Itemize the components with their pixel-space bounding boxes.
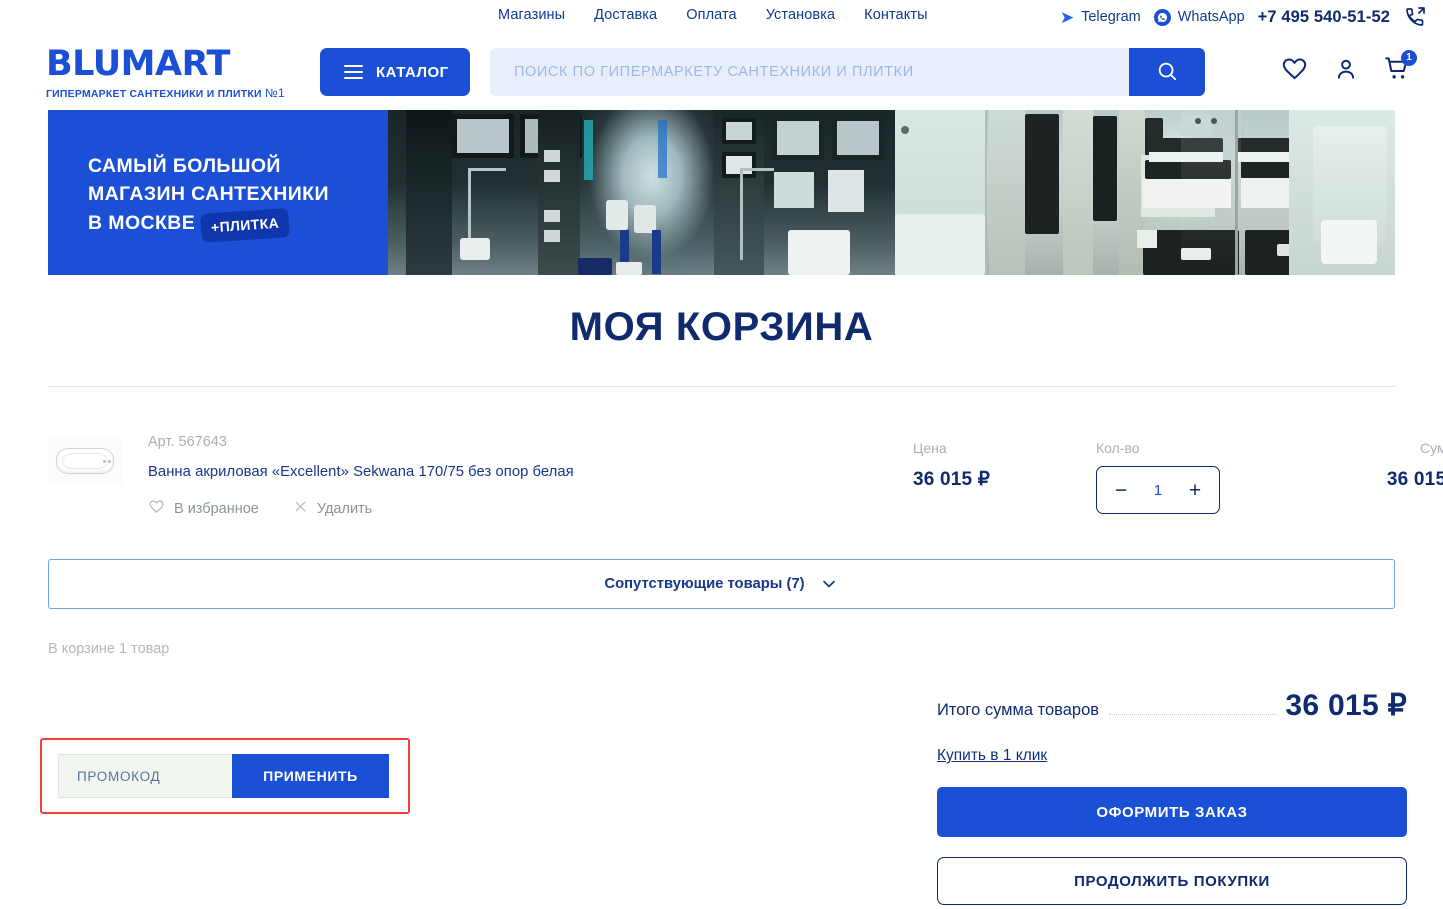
favorites-button[interactable]: [1281, 55, 1308, 82]
total-row: Итого сумма товаров 36 015 ₽: [937, 688, 1407, 723]
banner-headline: САМЫЙ БОЛЬШОЙ МАГАЗИН САНТЕХНИКИ В МОСКВ…: [88, 152, 329, 243]
product-name-link[interactable]: Ванна акриловая «Excellent» Sekwana 170/…: [148, 464, 574, 480]
header-icon-group: 1: [1281, 50, 1417, 82]
topnav-item-delivery[interactable]: Доставка: [594, 7, 657, 23]
topnav-item-payment[interactable]: Оплата: [686, 7, 736, 23]
telegram-icon: ➤: [1059, 7, 1075, 27]
cart-item-row: Арт. 567643 Ванна акриловая «Excellent» …: [48, 432, 1443, 528]
callback-phone-icon[interactable]: [1403, 5, 1427, 29]
order-summary: Итого сумма товаров 36 015 ₽ Купить в 1 …: [937, 688, 1407, 765]
add-to-favorites-button[interactable]: В избранное: [148, 498, 259, 519]
banner-photo-showroom-light: [895, 110, 1395, 275]
hamburger-icon: [344, 65, 363, 79]
heart-icon: [1281, 55, 1308, 82]
promo-banner[interactable]: САМЫЙ БОЛЬШОЙ МАГАЗИН САНТЕХНИКИ В МОСКВ…: [48, 110, 1395, 275]
search-button[interactable]: [1129, 48, 1205, 96]
top-contacts: ➤ Telegram WhatsApp +7 495 540-51-52: [1060, 5, 1427, 29]
logo-tagline-num: №1: [264, 86, 285, 100]
related-products-label: Сопутствующие товары (7): [604, 576, 805, 592]
total-leader-line: [1109, 714, 1278, 715]
banner-line-2: МАГАЗИН САНТЕХНИКИ: [88, 183, 329, 206]
banner-line-3-wrap: В МОСКВЕ +ПЛИТКА: [88, 207, 329, 243]
checkout-button[interactable]: ОФОРМИТЬ ЗАКАЗ: [937, 787, 1407, 837]
catalog-button-label: КАТАЛОГ: [376, 63, 449, 81]
total-value: 36 015 ₽: [1285, 689, 1407, 722]
sum-column-label: Сумма: [1420, 440, 1443, 456]
topnav-item-installation[interactable]: Установка: [766, 7, 835, 23]
promo-code-highlight: ПРИМЕНИТЬ: [40, 738, 410, 814]
quantity-column: Кол-во − +: [1096, 440, 1276, 514]
favorites-label: В избранное: [174, 500, 259, 517]
site-header: BLUMART ГИПЕРМАРКЕТ САНТЕХНИКИ И ПЛИТКИ …: [0, 35, 1443, 107]
remove-label: Удалить: [316, 500, 373, 517]
product-price: 36 015 ₽: [913, 469, 991, 490]
banner-text-panel: САМЫЙ БОЛЬШОЙ МАГАЗИН САНТЕХНИКИ В МОСКВ…: [48, 110, 388, 275]
chevron-down-icon: [819, 574, 839, 594]
banner-line-1: САМЫЙ БОЛЬШОЙ: [88, 155, 281, 177]
quantity-decrease-button[interactable]: −: [1111, 480, 1131, 501]
cart-badge: 1: [1401, 50, 1417, 66]
total-label: Итого сумма товаров: [937, 701, 1100, 719]
telegram-link[interactable]: ➤ Telegram: [1060, 9, 1141, 26]
continue-shopping-button[interactable]: ПРОДОЛЖИТЬ ПОКУПКИ: [937, 857, 1407, 905]
product-thumbnail[interactable]: [48, 437, 122, 485]
banner-line-3: В МОСКВЕ: [88, 211, 196, 234]
buy-one-click-link[interactable]: Купить в 1 клик: [937, 747, 1047, 765]
logo-tagline: ГИПЕРМАРКЕТ САНТЕХНИКИ И ПЛИТКИ №1: [46, 86, 296, 100]
quantity-column-label: Кол-во: [1096, 440, 1140, 456]
user-icon: [1333, 56, 1359, 82]
banner-tile-badge: +ПЛИТКА: [200, 207, 291, 243]
product-sum: 36 015 ₽: [1386, 469, 1443, 490]
logo-wordmark: BLUMART: [46, 44, 230, 84]
page-title: МОЯ КОРЗИНА: [569, 305, 874, 349]
apply-promo-button[interactable]: ПРИМЕНИТЬ: [232, 754, 389, 798]
quantity-increase-button[interactable]: +: [1185, 480, 1205, 501]
telegram-label: Telegram: [1081, 9, 1141, 25]
whatsapp-label: WhatsApp: [1177, 9, 1245, 25]
remove-item-button[interactable]: Удалить: [293, 498, 372, 519]
cart-button[interactable]: 1: [1384, 50, 1417, 82]
heart-outline-icon: [148, 498, 165, 519]
topnav-item-stores[interactable]: Магазины: [498, 7, 565, 23]
account-button[interactable]: [1333, 56, 1359, 82]
top-bar: Магазины Доставка Оплата Установка Конта…: [0, 0, 1443, 35]
cart-item-count: В корзине 1 товар: [48, 641, 170, 657]
banner-photo-showroom-dark: [388, 110, 895, 275]
product-actions: В избранное Удалить: [148, 498, 372, 519]
related-products-toggle[interactable]: Сопутствующие товары (7): [48, 559, 1395, 609]
product-article: Арт. 567643: [148, 434, 227, 450]
search-input[interactable]: [490, 48, 1129, 96]
search-bar: [490, 48, 1205, 96]
quantity-stepper: − +: [1096, 466, 1220, 514]
quantity-input[interactable]: [1141, 481, 1175, 499]
price-column: Цена 36 015 ₽: [913, 440, 1063, 491]
promo-code-input[interactable]: [58, 754, 232, 798]
bathtub-image: [56, 448, 114, 474]
sum-column: Сумма 36 015 ₽: [1324, 440, 1443, 491]
price-column-label: Цена: [913, 440, 947, 456]
search-icon: [1156, 60, 1178, 85]
catalog-button[interactable]: КАТАЛОГ: [320, 48, 470, 96]
phone-number[interactable]: +7 495 540-51-52: [1258, 8, 1390, 27]
logo-tagline-text: ГИПЕРМАРКЕТ САНТЕХНИКИ И ПЛИТКИ: [46, 89, 262, 100]
whatsapp-icon: [1153, 8, 1171, 26]
whatsapp-link[interactable]: WhatsApp: [1153, 8, 1245, 26]
logo[interactable]: BLUMART ГИПЕРМАРКЕТ САНТЕХНИКИ И ПЛИТКИ …: [46, 44, 296, 101]
top-navigation: Магазины Доставка Оплата Установка Конта…: [498, 7, 928, 23]
content-divider: [48, 386, 1395, 387]
topnav-item-contacts[interactable]: Контакты: [864, 7, 927, 23]
close-icon: [293, 499, 308, 518]
